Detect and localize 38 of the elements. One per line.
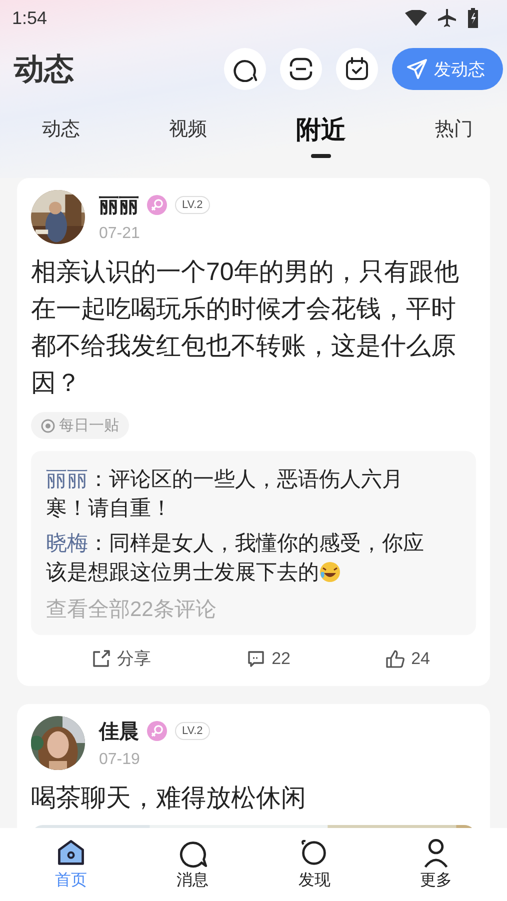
- nav-item[interactable]: 消息: [158, 838, 228, 891]
- post-date: 07-19: [99, 750, 141, 768]
- scan-button[interactable]: [280, 48, 322, 90]
- target-icon: [41, 418, 55, 432]
- comment-button[interactable]: 22: [246, 647, 290, 670]
- tab[interactable]: 热门: [435, 112, 473, 152]
- nav-item[interactable]: 发现: [279, 838, 350, 891]
- page-title: 动态: [14, 52, 74, 88]
- post-text: 喝茶聊天，难得放松休闲: [31, 783, 307, 814]
- level-badge: LV.2: [175, 196, 210, 214]
- post-text: 相亲认识的一个70年的男的，只有跟他在一起吃喝玩乐的时候才会花钱，平时都不给我发红包也不转账，这是什么原因？: [31, 257, 460, 399]
- female-icon: [147, 721, 167, 741]
- home-icon: [56, 838, 86, 868]
- paper-plane-icon: [406, 58, 428, 80]
- user-name[interactable]: 佳晨: [99, 718, 139, 744]
- tab[interactable]: 动态: [42, 112, 80, 152]
- share-icon: [91, 648, 111, 668]
- tab[interactable]: 附近: [296, 112, 346, 160]
- thumbs-up-icon: [385, 648, 406, 668]
- wifi-icon: [405, 10, 427, 26]
- post-date: 07-21: [99, 224, 141, 242]
- level-badge: LV.2: [175, 722, 210, 740]
- comment: 晓梅：同样是女人，我懂你的感受，你应该是想跟这位男士发展下去的: [46, 532, 424, 584]
- user-name[interactable]: 丽丽: [99, 192, 139, 218]
- comment-icon: [246, 648, 266, 668]
- nav-item[interactable]: 更多: [401, 838, 472, 891]
- female-icon: [147, 195, 167, 215]
- search-button[interactable]: [224, 48, 266, 90]
- calendar-button[interactable]: [336, 48, 378, 90]
- scan-icon: [288, 56, 314, 82]
- airplane-icon: [437, 8, 457, 28]
- status-time: 1:54: [12, 8, 48, 28]
- calendar-check-icon: [344, 56, 370, 82]
- battery-icon: [467, 8, 479, 28]
- share-button[interactable]: 分享: [91, 647, 151, 670]
- tab[interactable]: 视频: [169, 112, 207, 152]
- comment: 丽丽：评论区的一些人，恶语伤人六月寒！请自重！: [46, 468, 403, 520]
- like-button[interactable]: 24: [385, 647, 430, 670]
